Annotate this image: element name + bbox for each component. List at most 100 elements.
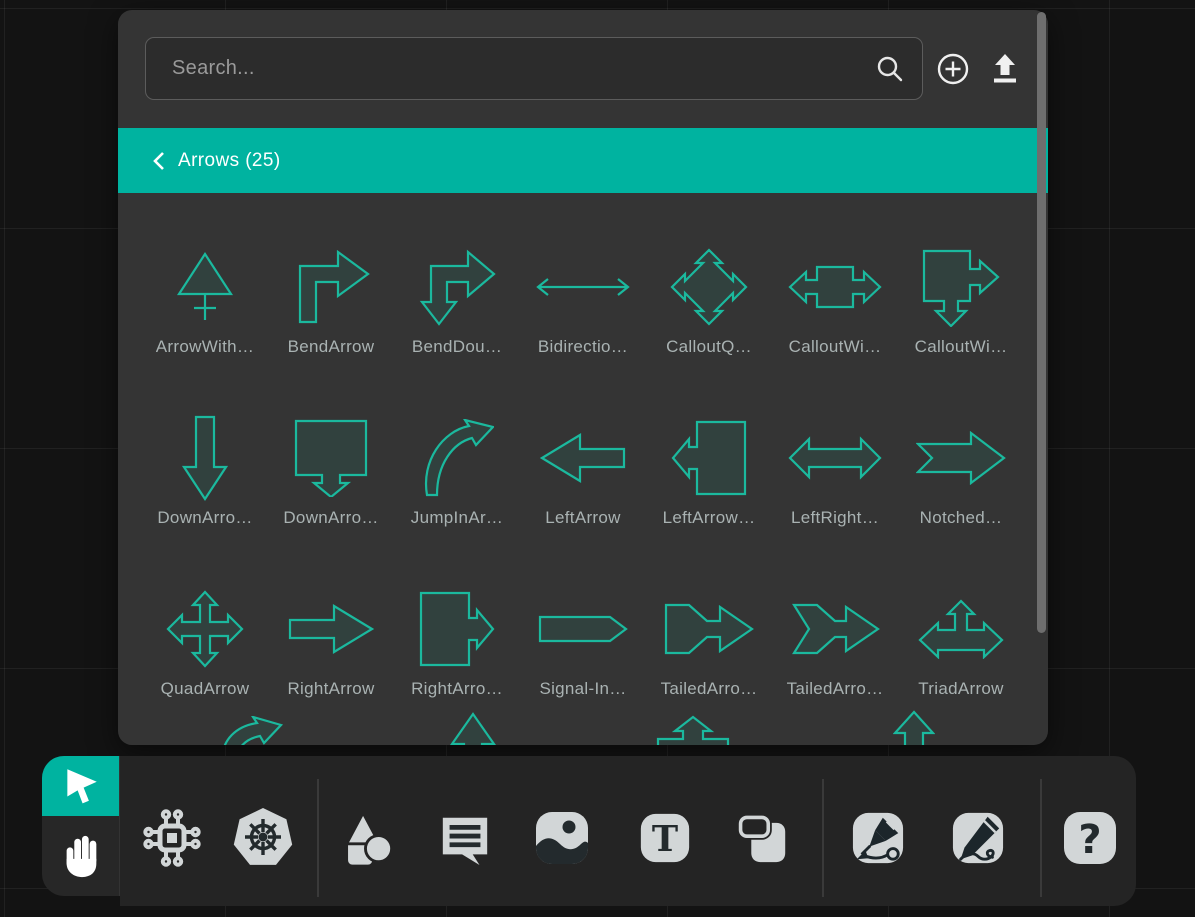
- shape-item[interactable]: TailedArro…: [772, 579, 898, 706]
- tailed-arrow-chevron-icon: [790, 600, 880, 658]
- right-arrow-callout-icon: [419, 591, 495, 667]
- note-tool-button[interactable]: [737, 812, 787, 864]
- shape-label: CalloutWi…: [915, 337, 1008, 364]
- network-tool-button[interactable]: [140, 806, 204, 870]
- shapes-icon: [334, 807, 396, 869]
- shape-item[interactable]: UpArrow…: [583, 706, 804, 745]
- shape-label: BendDou…: [412, 337, 502, 364]
- shape-item[interactable]: LeftArrow…: [646, 408, 772, 535]
- search-input[interactable]: [145, 37, 923, 100]
- shape-item[interactable]: TriadArrow: [898, 579, 1024, 706]
- bend-double-arrow-icon: [418, 248, 496, 326]
- shape-item[interactable]: BendDou…: [394, 237, 520, 364]
- svg-text:T: T: [652, 819, 678, 860]
- shape-item[interactable]: LeftRight…: [772, 408, 898, 535]
- down-arrow-callout-icon: [294, 419, 368, 497]
- shape-item[interactable]: JumpInAr…: [394, 408, 520, 535]
- bidirectional-arrow-icon: [535, 276, 631, 298]
- up-down-arrow-icon: [893, 710, 935, 745]
- shape-item[interactable]: DownArro…: [142, 408, 268, 535]
- shape-label: BendArrow: [288, 337, 375, 364]
- back-button[interactable]: [152, 151, 165, 171]
- search-icon: [875, 54, 905, 84]
- shape-grid: ArrowWith… BendArrow BendDou… Bidirectio…: [118, 193, 1048, 745]
- right-arrow-icon: [288, 604, 374, 654]
- connector-pen-tool-button[interactable]: [851, 811, 905, 865]
- shape-label: QuadArrow: [161, 679, 250, 706]
- shape-item[interactable]: UTurnArrow: [142, 706, 363, 745]
- shape-label: CalloutQ…: [666, 337, 752, 364]
- cursor-icon: [60, 765, 102, 807]
- shape-item[interactable]: Notched…: [898, 408, 1024, 535]
- shape-item[interactable]: Bidirectio…: [520, 237, 646, 364]
- shape-label: TailedArro…: [661, 679, 758, 706]
- text-tool-button[interactable]: T: [639, 812, 691, 864]
- image-tool-button[interactable]: [534, 810, 590, 866]
- callout-right-down-arrow-icon: [920, 247, 1002, 327]
- kubernetes-tool-button[interactable]: [230, 806, 296, 870]
- shape-label: DownArro…: [157, 508, 252, 535]
- shape-label: DownArro…: [283, 508, 378, 535]
- shape-item[interactable]: QuadArrow: [142, 579, 268, 706]
- upload-shape-button[interactable]: [986, 50, 1024, 88]
- shape-item[interactable]: TailedArro…: [646, 579, 772, 706]
- help-button[interactable]: ?: [1062, 810, 1118, 866]
- chevron-left-icon: [152, 151, 165, 171]
- network-icon: [140, 806, 204, 870]
- shape-item[interactable]: CalloutQ…: [646, 237, 772, 364]
- toolbar-divider: [317, 779, 319, 897]
- up-arrow-callout-icon: [656, 715, 730, 745]
- shape-label: Bidirectio…: [538, 337, 628, 364]
- comment-tool-button[interactable]: [438, 810, 492, 866]
- pencil-icon: [951, 811, 1005, 865]
- quad-arrow-icon: [166, 590, 244, 668]
- shape-label: LeftRight…: [791, 508, 879, 535]
- freehand-draw-tool-button[interactable]: [951, 811, 1005, 865]
- shape-label: Signal-In…: [539, 679, 626, 706]
- svg-text:?: ?: [1078, 817, 1101, 863]
- notched-right-arrow-icon: [916, 431, 1006, 485]
- upload-icon: [990, 53, 1020, 85]
- shape-item[interactable]: UpArrow: [363, 706, 584, 745]
- toolbar-divider: [822, 779, 824, 897]
- shape-label: JumpInAr…: [411, 508, 503, 535]
- note-icon: [737, 812, 787, 864]
- hand-icon: [58, 833, 104, 879]
- tailed-arrow-icon: [664, 600, 754, 658]
- shape-label: RightArro…: [411, 679, 503, 706]
- left-right-arrow-icon: [788, 435, 882, 481]
- arrow-with-stem-icon: [176, 250, 234, 324]
- help-icon: ?: [1062, 810, 1118, 866]
- up-arrow-icon: [450, 712, 496, 745]
- shape-label: RightArrow: [287, 679, 374, 706]
- shape-item[interactable]: CalloutWi…: [898, 237, 1024, 364]
- left-arrow-icon: [540, 433, 626, 483]
- image-icon: [534, 810, 590, 866]
- shape-item[interactable]: ArrowWith…: [142, 237, 268, 364]
- shapes-tool-button[interactable]: [334, 807, 396, 869]
- comment-icon: [438, 810, 492, 866]
- shape-item[interactable]: BendArrow: [268, 237, 394, 364]
- shape-label: LeftArrow…: [663, 508, 756, 535]
- jump-in-arrow-icon: [420, 419, 494, 497]
- shape-item[interactable]: CalloutWi…: [772, 237, 898, 364]
- panel-scrollbar[interactable]: [1037, 12, 1046, 633]
- pen-connector-icon: [851, 811, 905, 865]
- shape-label: CalloutWi…: [789, 337, 882, 364]
- shape-item[interactable]: Signal-In…: [520, 579, 646, 706]
- down-arrow-icon: [182, 415, 228, 501]
- canvas[interactable]: { "colors": { "teal_accent": "#00B3A0", …: [0, 0, 1195, 917]
- shape-item[interactable]: RightArrow: [268, 579, 394, 706]
- shape-label: TailedArro…: [787, 679, 884, 706]
- u-turn-arrow-icon: [217, 716, 287, 745]
- select-tool-button[interactable]: [42, 756, 119, 816]
- pan-tool-button[interactable]: [42, 816, 119, 896]
- shape-item[interactable]: DownArro…: [268, 408, 394, 535]
- shape-item[interactable]: LeftArrow: [520, 408, 646, 535]
- triad-arrow-icon: [918, 599, 1004, 659]
- shape-label: LeftArrow: [545, 508, 620, 535]
- toolbar: T: [120, 756, 1136, 906]
- shape-item[interactable]: RightArro…: [394, 579, 520, 706]
- add-shape-button[interactable]: [934, 50, 972, 88]
- shape-item[interactable]: UpDown…: [804, 706, 1025, 745]
